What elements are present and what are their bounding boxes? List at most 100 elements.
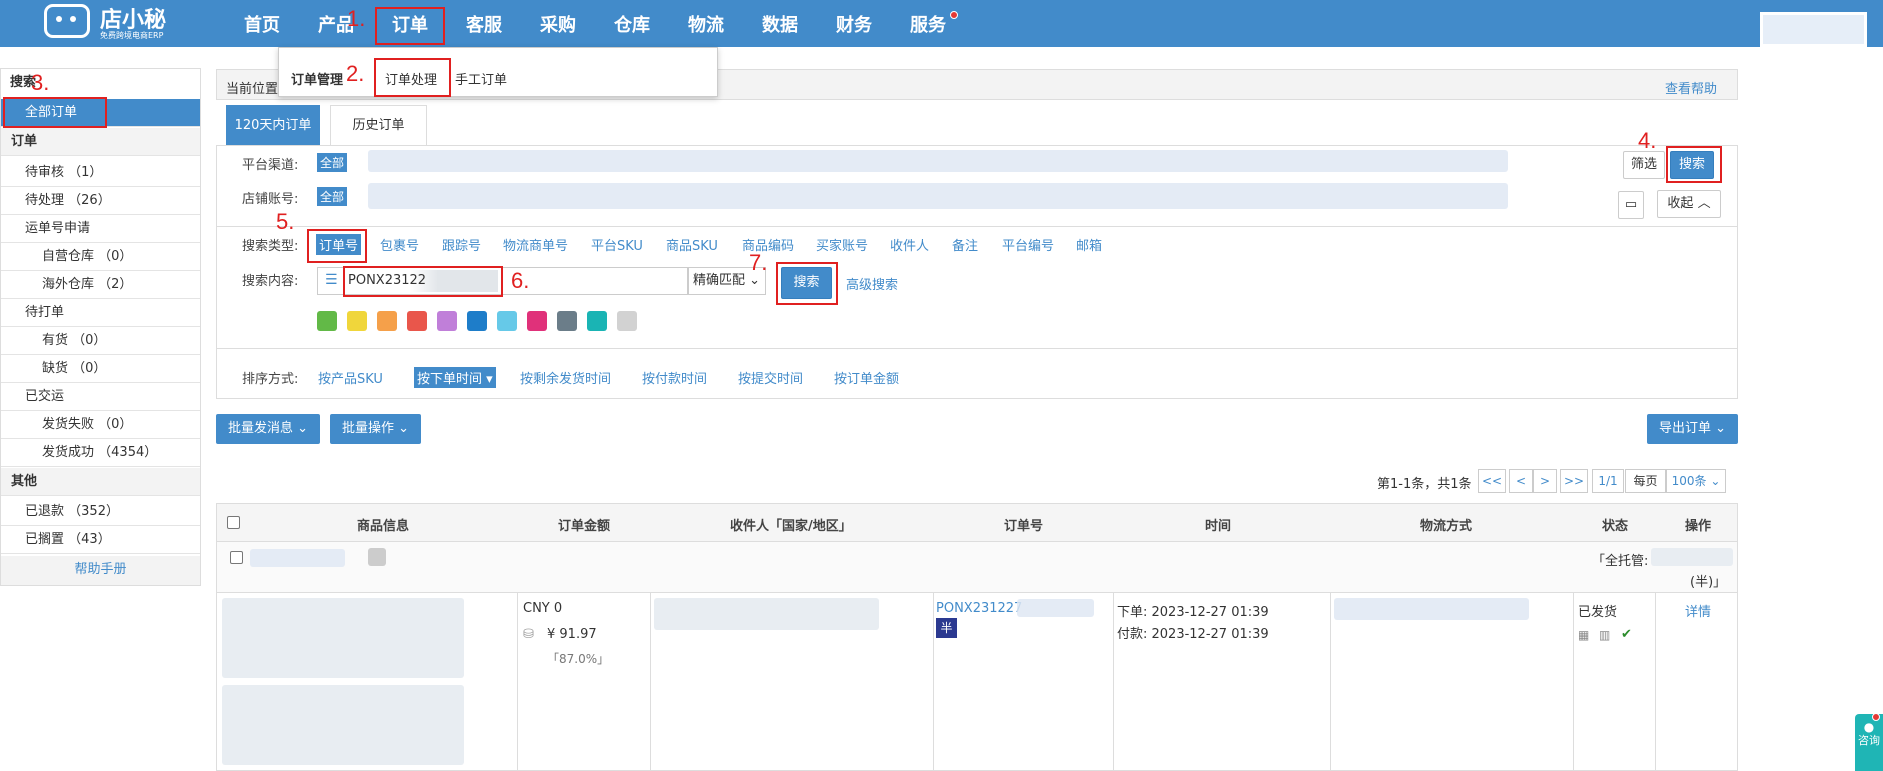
nav-home[interactable]: 首页 <box>244 0 280 47</box>
tab-history[interactable]: 历史订单 <box>330 105 427 145</box>
sort-by-submit-time[interactable]: 按提交时间 <box>738 368 803 387</box>
page-first-button[interactable]: << <box>1478 469 1506 493</box>
page-next-button[interactable]: > <box>1533 469 1557 493</box>
color-tag-green[interactable] <box>317 311 337 331</box>
detail-link[interactable]: 详情 <box>1685 601 1711 620</box>
sidebar-item-to-print[interactable]: 待打单 <box>1 299 200 327</box>
search-type-product-sku[interactable]: 商品SKU <box>666 235 718 254</box>
sidebar-item-label: 待审核 <box>25 165 65 180</box>
sort-by-order-time[interactable]: 按下单时间 ▾ <box>414 367 496 388</box>
per-page-value: 100条 <box>1671 474 1707 488</box>
sort-by-amount[interactable]: 按订单金额 <box>834 368 899 387</box>
print-icon-button[interactable]: ▭ <box>1618 191 1644 219</box>
search-type-buyer[interactable]: 买家账号 <box>816 235 868 254</box>
search-type-note[interactable]: 备注 <box>952 235 978 254</box>
sidebar-help-link[interactable]: 帮助手册 <box>1 556 200 585</box>
sort-by-remaining-time[interactable]: 按剩余发货时间 <box>520 368 611 387</box>
amount-currency: CNY 0 <box>523 601 563 616</box>
th-status: 状态 <box>1602 519 1629 534</box>
nav-logistics[interactable]: 物流 <box>688 0 724 47</box>
barcode-icon[interactable]: ▥ <box>1599 628 1610 642</box>
sidebar-item-overseas-warehouse[interactable]: 海外仓库 （2） <box>1 271 200 299</box>
amount-cny: ¥ 91.97 <box>547 627 597 642</box>
sidebar-item-in-stock[interactable]: 有货 （0） <box>1 327 200 355</box>
page-prev-button[interactable]: < <box>1509 469 1533 493</box>
dropdown-item-manual-order[interactable]: 手工订单 <box>455 69 507 88</box>
batch-operation-button[interactable]: 批量操作 ⌄ <box>330 414 421 444</box>
step-label-1: 1. <box>347 6 366 31</box>
sidebar-item-count: （0） <box>72 333 107 348</box>
batch-message-label: 批量发消息 <box>227 421 293 436</box>
sidebar-item-pending-review[interactable]: 待审核 （1） <box>1 159 200 187</box>
sidebar-item-shipped[interactable]: 已交运 <box>1 383 200 411</box>
color-tag-teal[interactable] <box>587 311 607 331</box>
search-type-platform-no[interactable]: 平台编号 <box>1002 235 1054 254</box>
store-name-blurred <box>250 549 345 567</box>
color-tag-light-blue[interactable] <box>497 311 517 331</box>
order-dropdown-menu: 订单管理 订单处理 手工订单 <box>278 47 718 97</box>
nav-service[interactable]: 客服 <box>466 0 502 47</box>
product-image-1-blurred[interactable] <box>222 598 464 678</box>
list-icon[interactable]: ☰ <box>325 272 338 288</box>
channel-options-blurred <box>368 150 1508 172</box>
copy-icon[interactable]: ▦ <box>1578 628 1589 642</box>
nav-services[interactable]: 服务 <box>910 0 946 47</box>
sidebar-item-waybill-apply[interactable]: 运单号申请 <box>1 215 200 243</box>
check-icon[interactable]: ✔ <box>1621 627 1632 642</box>
managed-tag-label: 「全托管: <box>1592 554 1649 569</box>
sidebar-item-refunded[interactable]: 已退款 （352） <box>1 498 200 526</box>
nav-finance[interactable]: 财务 <box>836 0 872 47</box>
order-number-link[interactable]: PONX231227 <box>936 601 1022 616</box>
export-orders-button[interactable]: 导出订单 ⌄ <box>1647 414 1738 444</box>
color-tag-pink[interactable] <box>527 311 547 331</box>
nav-warehouse[interactable]: 仓库 <box>614 0 650 47</box>
select-all-checkbox[interactable] <box>227 516 240 529</box>
color-tag-yellow[interactable] <box>347 311 367 331</box>
search-type-email[interactable]: 邮箱 <box>1076 235 1102 254</box>
page-last-button[interactable]: >> <box>1560 469 1588 493</box>
sidebar-item-pending-process[interactable]: 待处理 （26） <box>1 187 200 215</box>
color-tag-purple[interactable] <box>437 311 457 331</box>
sidebar-item-own-warehouse[interactable]: 自营仓库 （0） <box>1 243 200 271</box>
row-checkbox[interactable] <box>230 551 243 564</box>
search-type-recipient[interactable]: 收件人 <box>890 235 929 254</box>
search-type-tracking[interactable]: 跟踪号 <box>442 235 481 254</box>
nav-data[interactable]: 数据 <box>762 0 798 47</box>
store-flag-icon <box>368 548 386 566</box>
color-tag-red[interactable] <box>407 311 427 331</box>
view-help-link[interactable]: 查看帮助 <box>1665 78 1717 97</box>
sidebar-item-label: 运单号申请 <box>25 221 91 236</box>
highlight-box-search-submit <box>776 262 838 305</box>
sort-by-pay-time[interactable]: 按付款时间 <box>642 368 707 387</box>
sidebar-item-ship-failed[interactable]: 发货失败 （0） <box>1 411 200 439</box>
robot-logo-icon <box>44 4 90 38</box>
search-type-platform-sku[interactable]: 平台SKU <box>591 235 643 254</box>
color-tag-orange[interactable] <box>377 311 397 331</box>
sidebar-item-out-of-stock[interactable]: 缺货 （0） <box>1 355 200 383</box>
search-type-carrier-no[interactable]: 物流商单号 <box>503 235 568 254</box>
order-status: 已发货 <box>1578 605 1618 620</box>
sidebar-item-on-hold[interactable]: 已搁置 （43） <box>1 526 200 554</box>
channel-all-option[interactable]: 全部 <box>317 153 348 172</box>
color-tag-slate[interactable] <box>557 311 577 331</box>
screen-button[interactable]: 筛选 <box>1623 151 1665 179</box>
store-all-option[interactable]: 全部 <box>317 187 348 206</box>
color-tag-blue[interactable] <box>467 311 487 331</box>
th-product-info: 商品信息 <box>357 519 410 534</box>
per-page-select[interactable]: 100条 ⌄ <box>1666 469 1726 493</box>
sidebar-item-ship-success[interactable]: 发货成功 （4354） <box>1 439 200 467</box>
brand-logo[interactable]: 店小秘 免费跨境电商ERP <box>44 2 174 42</box>
search-type-package[interactable]: 包裹号 <box>380 235 419 254</box>
nav-purchase[interactable]: 采购 <box>540 0 576 47</box>
color-tag-grey[interactable] <box>617 311 637 331</box>
orders-table-header <box>216 503 1738 542</box>
product-image-2-blurred[interactable] <box>222 685 464 765</box>
batch-message-button[interactable]: 批量发消息 ⌄ <box>216 414 320 444</box>
sidebar-item-count: （0） <box>98 249 133 264</box>
sort-by-product-sku[interactable]: 按产品SKU <box>318 368 383 387</box>
tab-120-days[interactable]: 120天内订单 <box>226 105 320 145</box>
consult-widget[interactable]: ● 咨询 <box>1855 714 1883 771</box>
advanced-search-link[interactable]: 高级搜索 <box>846 274 898 293</box>
user-account-area[interactable] <box>1760 12 1867 47</box>
collapse-button[interactable]: 收起 ︿ <box>1657 190 1721 218</box>
